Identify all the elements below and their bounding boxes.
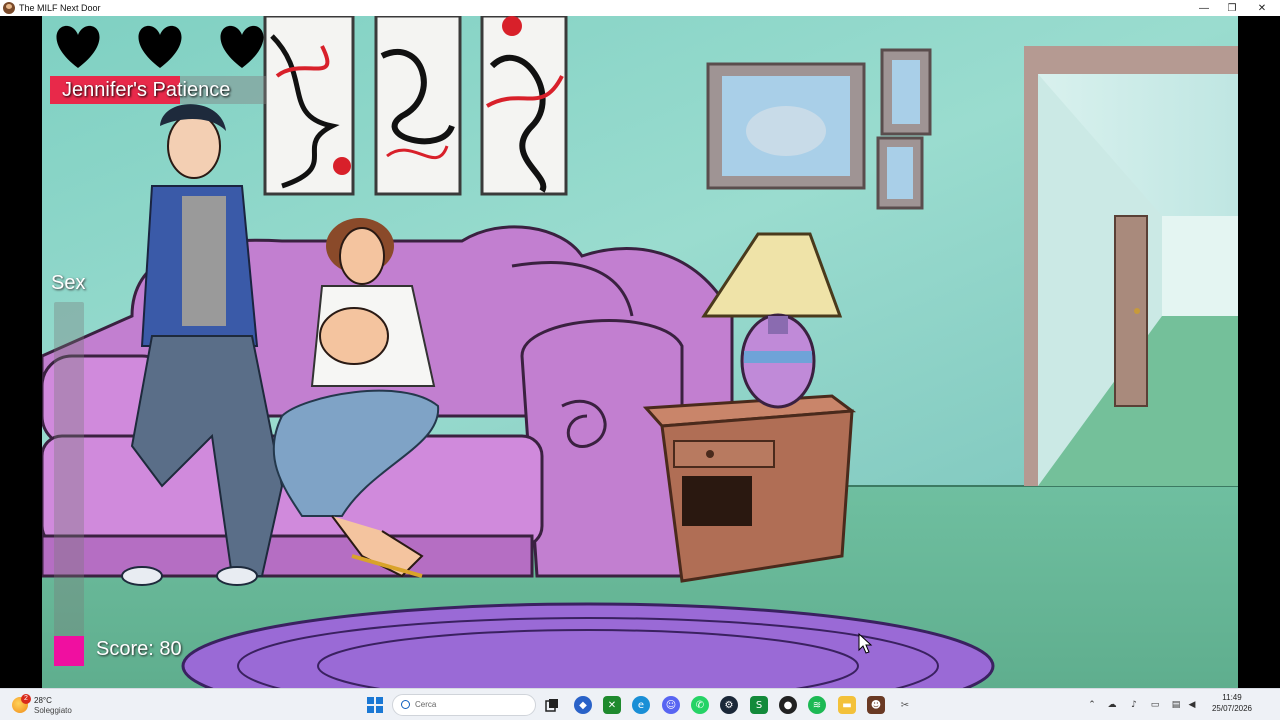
scene-artwork: [42, 16, 1238, 688]
letterbox-right: [1238, 16, 1280, 688]
search-input[interactable]: Cerca: [392, 694, 536, 716]
window-title: The MILF Next Door: [19, 3, 101, 13]
snipping-tool-icon[interactable]: ✂: [896, 696, 914, 714]
clock-time[interactable]: 11:49: [1204, 693, 1260, 702]
hallway-door: [1024, 46, 1238, 486]
battery-icon[interactable]: ▭: [1149, 699, 1161, 711]
sex-meter-label: Sex: [51, 272, 86, 294]
app-dark-icon[interactable]: ●: [779, 696, 797, 714]
score-label: Score: 80: [96, 638, 182, 660]
edge-icon[interactable]: e: [632, 696, 650, 714]
patience-meter: Jennifer's Patience: [50, 76, 266, 104]
patience-label: Jennifer's Patience: [62, 79, 231, 101]
weather-temperature: 28°C: [34, 696, 52, 705]
whatsapp-icon[interactable]: ✆: [691, 696, 709, 714]
file-explorer-icon[interactable]: ▬: [838, 696, 856, 714]
clock-date[interactable]: 25/07/2026: [1204, 704, 1260, 713]
search-placeholder: Cerca: [415, 700, 437, 709]
close-button[interactable]: ✕: [1246, 0, 1278, 16]
volume-icon[interactable]: ◀: [1186, 699, 1198, 711]
steam-icon[interactable]: ⚙: [720, 696, 738, 714]
title-bar: The MILF Next Door — ❐ ✕: [0, 0, 1280, 16]
xbox-icon[interactable]: ✕: [603, 696, 621, 714]
start-icon[interactable]: [366, 696, 384, 714]
search-icon: [401, 700, 410, 709]
heart-icon: [134, 24, 186, 70]
app-icon: [3, 2, 15, 14]
score-swatch: [54, 636, 84, 666]
chevron-up-icon[interactable]: ⌃: [1086, 699, 1098, 711]
sex-meter: [54, 302, 84, 666]
wall-art-panels: [263, 16, 568, 196]
app-blue-icon[interactable]: ◆: [574, 696, 592, 714]
taskbar: 2 28°C Soleggiato Cerca ◆ ✕ e ☺ ✆ ⚙ S ● …: [0, 688, 1280, 720]
network-icon[interactable]: ▤: [1170, 699, 1182, 711]
weather-description: Soleggiato: [34, 706, 72, 715]
heart-icon: [216, 24, 268, 70]
task-view-icon[interactable]: [543, 696, 561, 714]
game-icon[interactable]: ☻: [867, 696, 885, 714]
maximize-button[interactable]: ❐: [1216, 0, 1248, 16]
weather-widget[interactable]: 2 28°C Soleggiato: [12, 693, 92, 717]
cloud-icon[interactable]: ☁: [1106, 699, 1118, 711]
notification-badge: 2: [21, 694, 31, 704]
app-green-icon[interactable]: S: [750, 696, 768, 714]
framed-pictures: [706, 48, 932, 210]
game-scene[interactable]: [42, 16, 1238, 688]
microphone-icon[interactable]: ♪: [1128, 699, 1140, 711]
discord-icon[interactable]: ☺: [662, 696, 680, 714]
spotify-icon[interactable]: ≋: [808, 696, 826, 714]
letterbox-left: [0, 16, 42, 688]
heart-icon: [52, 24, 104, 70]
